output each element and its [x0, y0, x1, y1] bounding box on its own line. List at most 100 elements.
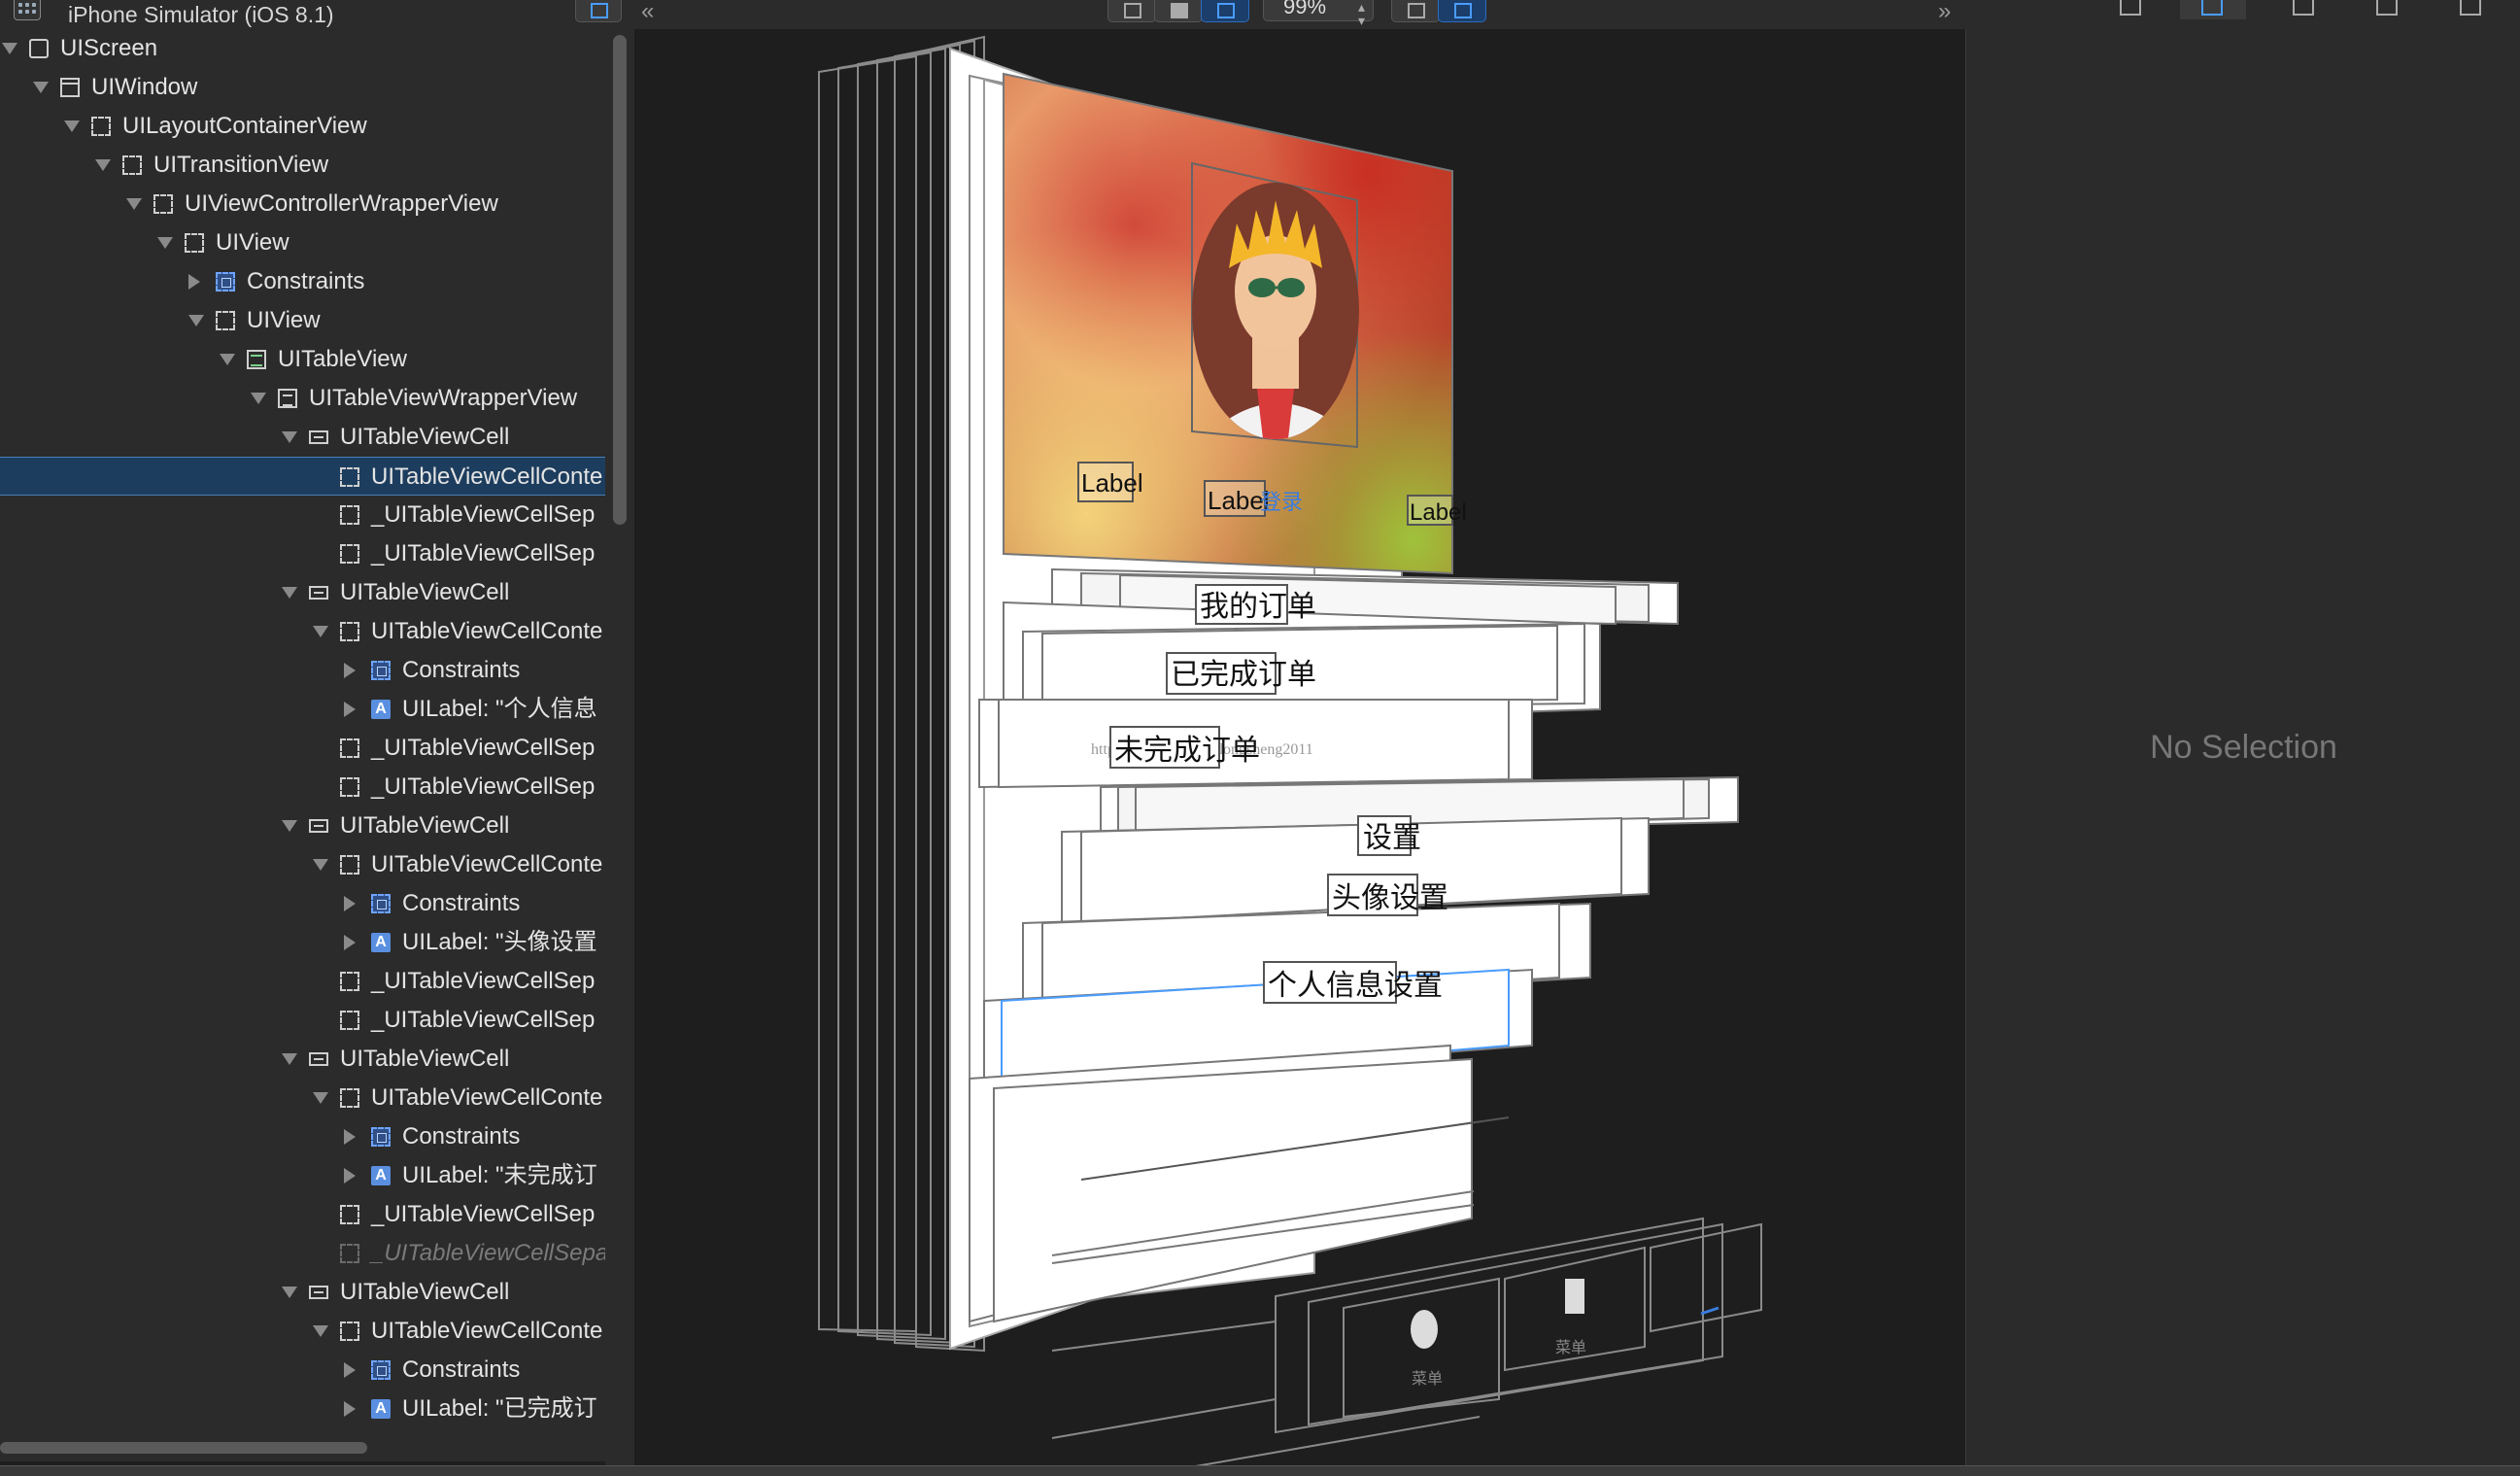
tree-row[interactable]: UITableViewWrapperView [0, 379, 605, 418]
tree-row[interactable]: UITableView [0, 340, 605, 379]
tree-row[interactable]: UIView [0, 223, 605, 262]
disclosure-open-icon[interactable] [282, 431, 297, 443]
disclosure-open-icon[interactable] [282, 1287, 297, 1298]
disclosure-open-icon[interactable] [313, 1092, 328, 1104]
tree-row[interactable]: _UITableViewCellSep [0, 496, 605, 534]
disclosure-open-icon[interactable] [313, 626, 328, 637]
tree-row-label: Constraints [247, 268, 365, 294]
disclosure-open-icon[interactable] [251, 393, 266, 404]
disclosure-open-icon[interactable] [282, 587, 297, 599]
disclosure-open-icon[interactable] [188, 315, 204, 326]
tree-row[interactable]: A UILabel: "个人信息 [0, 690, 605, 729]
tree-horizontal-scrollbar[interactable] [0, 1442, 367, 1454]
tree-row[interactable]: UITableViewCellConte [0, 457, 605, 496]
tree-row[interactable]: Constraints [0, 262, 605, 301]
disclosure-closed-icon[interactable] [344, 663, 356, 678]
disclosure-closed-icon[interactable] [344, 935, 356, 950]
3d-view-button[interactable] [1438, 0, 1486, 22]
disclosure-open-icon[interactable] [95, 159, 111, 171]
tree-row-label: UIScreen [60, 35, 158, 61]
tree-row[interactable]: A UILabel: "未完成订 [0, 1156, 605, 1195]
exploded-view-drawing: Label Label 登录 Label 我的订单 已完成订单 未完成订单 设置… [818, 35, 1762, 1465]
disclosure-closed-icon[interactable] [344, 1401, 356, 1417]
tree-row[interactable]: A UILabel: "已完成订 [0, 1390, 605, 1428]
tree-row[interactable]: Constraints [0, 1117, 605, 1156]
show-hierarchy-button[interactable] [575, 0, 622, 22]
tree-row[interactable]: _UITableViewCellSep [0, 729, 605, 768]
tree-row[interactable]: UIViewControllerWrapperView [0, 185, 605, 223]
tree-row[interactable]: _UITableViewCellSep [0, 1001, 605, 1040]
tree-row[interactable]: Constraints [0, 651, 605, 690]
disclosure-open-icon[interactable] [313, 1325, 328, 1337]
disclosure-open-icon[interactable] [313, 859, 328, 871]
tree-row[interactable]: _UITableViewCellSepa [0, 1234, 605, 1273]
wireframe-contents-view-button[interactable] [1201, 0, 1249, 22]
tree-row-label: UITableViewCell [340, 812, 510, 839]
tree-vertical-scrollbar[interactable] [613, 35, 627, 525]
object-inspector-icon[interactable] [2180, 0, 2246, 19]
disclosure-closed-icon[interactable] [344, 702, 356, 717]
view-hierarchy-tree[interactable]: UIScreen UIWindow UILayoutContainerView UIT… [0, 29, 605, 1446]
zoom-stepper[interactable]: 99% ▴ ▾ [1263, 0, 1374, 27]
disclosure-open-icon[interactable] [157, 237, 173, 249]
tree-row[interactable]: _UITableViewCellSep [0, 962, 605, 1001]
disclosure-closed-icon[interactable] [344, 1129, 356, 1145]
disclosure-open-icon[interactable] [33, 82, 49, 93]
3d-view-canvas[interactable]: Label Label 登录 Label 我的订单 已完成订单 未完成订单 设置… [634, 29, 1965, 1465]
layers-icon[interactable] [2438, 0, 2504, 19]
tree-row[interactable]: UITableViewCell [0, 573, 605, 612]
disclosure-open-icon[interactable] [126, 198, 142, 210]
tree-row-label: Constraints [402, 1356, 521, 1383]
file-inspector-icon[interactable] [2098, 0, 2164, 19]
attributes-inspector-icon[interactable] [2271, 0, 2337, 19]
tree-row[interactable]: UIWindow [0, 68, 605, 107]
tree-row[interactable]: UIView [0, 301, 605, 340]
disclosure-open-icon[interactable] [64, 120, 80, 132]
tree-row[interactable]: _UITableViewCellSep [0, 1195, 605, 1234]
header-label-left: Label [1081, 468, 1143, 498]
tree-row[interactable]: Constraints [0, 884, 605, 923]
tree-row[interactable]: UITableViewCellConte [0, 612, 605, 651]
tree-row[interactable]: UITableViewCellConte [0, 1079, 605, 1117]
tree-row[interactable]: _UITableViewCellSep [0, 534, 605, 573]
tree-row[interactable]: UITableViewCellConte [0, 845, 605, 884]
label-icon: A [371, 700, 391, 719]
tree-row-label: UITableViewCellConte [371, 463, 603, 490]
tree-row[interactable]: _UITableViewCellSep [0, 768, 605, 807]
tree-row[interactable]: UILayoutContainerView [0, 107, 605, 146]
collapse-right-icon[interactable]: » [1938, 0, 1951, 25]
tab-icon-center [1565, 1279, 1584, 1314]
disclosure-open-icon[interactable] [282, 820, 297, 832]
contents-view-button[interactable] [1154, 0, 1203, 22]
size-inspector-icon[interactable] [2355, 0, 2421, 19]
disclosure-closed-icon[interactable] [344, 1362, 356, 1378]
disclosure-open-icon[interactable] [2, 43, 17, 54]
tab-label-left: 菜单 [1412, 1370, 1443, 1388]
tree-row[interactable]: A UILabel: "头像设置 [0, 923, 605, 962]
tree-row-label: _UITableViewCellSep [371, 968, 596, 994]
table-cell-icon [309, 1052, 328, 1066]
disclosure-open-icon[interactable] [282, 1053, 297, 1065]
wireframe-view-button[interactable] [1107, 0, 1156, 22]
tree-row[interactable]: UITransitionView [0, 146, 605, 185]
label-icon: A [371, 1399, 391, 1419]
tree-row[interactable]: UIScreen [0, 29, 605, 68]
collapse-left-icon[interactable]: « [641, 0, 654, 25]
disclosure-closed-icon[interactable] [188, 274, 200, 290]
tab-icon-left [1411, 1310, 1438, 1349]
tree-row[interactable]: UITableViewCell [0, 1040, 605, 1079]
constraints-icon [216, 272, 235, 292]
tree-horizontal-scrollbar-track [0, 1438, 605, 1461]
clip-content-button[interactable] [1391, 0, 1440, 22]
tree-row[interactable]: UITableViewCell [0, 1273, 605, 1312]
tree-row-label: UITableViewCellConte [371, 1318, 603, 1344]
disclosure-closed-icon[interactable] [344, 1168, 356, 1184]
tree-row[interactable]: Constraints [0, 1351, 605, 1390]
tree-row[interactable]: UITableViewCell [0, 418, 605, 457]
tree-row[interactable]: UITableViewCell [0, 807, 605, 845]
disclosure-closed-icon[interactable] [344, 896, 356, 911]
stepper-arrows-icon[interactable]: ▴ ▾ [1358, 0, 1365, 27]
tree-row[interactable]: UITableViewCellConte [0, 1312, 605, 1351]
view-icon [216, 311, 235, 330]
disclosure-open-icon[interactable] [220, 354, 235, 365]
